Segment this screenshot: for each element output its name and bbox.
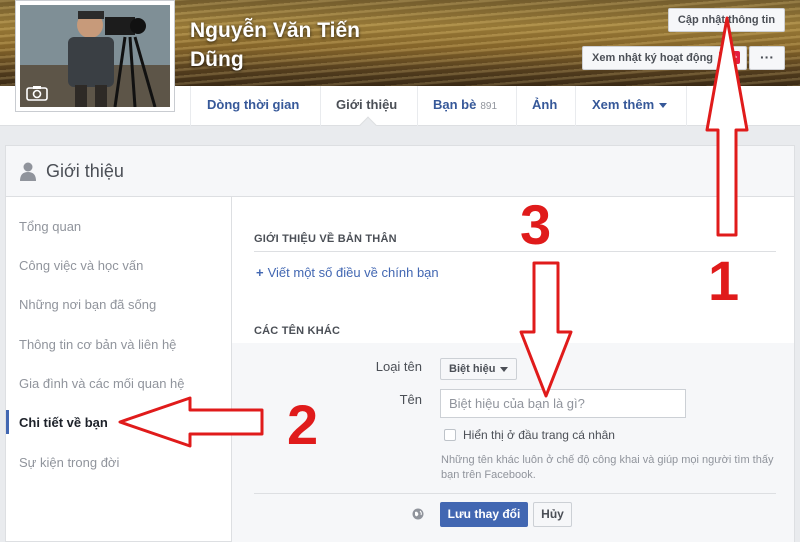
globe-icon[interactable] [412,508,424,520]
left-nav-active-indicator [6,410,9,434]
left-nav-work-education[interactable]: Công việc và học vấn [19,258,143,273]
save-changes-button[interactable]: Lưu thay đổi [440,502,528,527]
annotation-step-3: 3 [520,193,552,256]
add-about-link[interactable]: + Viết một số điều về chính bạn [256,265,439,280]
chevron-down-icon [500,366,509,372]
left-nav-contact[interactable]: Thông tin cơ bản và liên hệ [19,337,176,352]
annotation-step-1: 1 [708,249,740,312]
tab-more[interactable]: Xem thêm [578,86,681,126]
left-nav-places[interactable]: Những nơi bạn đã sống [19,297,156,312]
more-options-button[interactable]: ··· [749,46,785,70]
chevron-down-icon [659,103,668,109]
section-about-self: Giới thiệu về bản thân [254,233,397,245]
left-nav-family[interactable]: Gia đình và các mối quan hệ [19,376,185,391]
name-type-value: Biệt hiệu [449,363,496,375]
about-header: Giới thiệu [6,146,794,197]
nav-divider [417,86,418,126]
friends-count: 891 [480,101,498,112]
activity-log-button[interactable]: Xem nhật ký hoạt động 10+ [582,46,747,70]
tab-timeline[interactable]: Dòng thời gian [193,86,313,126]
nav-divider [516,86,517,126]
nav-divider [190,86,191,126]
avatar-photo [20,5,170,107]
nickname-input[interactable]: Biệt hiệu của bạn là gì? [440,389,686,418]
section-other-names: Các tên khác [254,325,341,337]
profile-avatar[interactable] [15,0,175,112]
left-nav-overview[interactable]: Tổng quan [19,219,81,234]
nav-divider [575,86,576,126]
show-at-top-checkbox[interactable] [444,429,456,441]
page-root: Nguyễn Văn Tiến Dũng Cập nhật thông tin … [0,0,800,542]
name-type-select[interactable]: Biệt hiệu [440,358,517,380]
tab-friends[interactable]: Bạn bè 891 [419,86,511,126]
add-about-label: Viết một số điều về chính bạn [267,265,439,280]
annotation-step-2: 2 [287,393,319,456]
show-at-top-label[interactable]: Hiển thị ở đầu trang cá nhân [463,428,615,442]
tab-friends-label: Bạn bè [433,97,477,112]
tab-photos-label: Ảnh [532,97,558,112]
form-divider [254,493,776,494]
about-left-nav: Tổng quan Công việc và học vấn Những nơi… [6,197,231,542]
plus-icon: + [256,265,264,280]
tab-more-label: Xem thêm [592,97,655,112]
tab-timeline-label: Dòng thời gian [207,97,300,112]
profile-name[interactable]: Nguyễn Văn Tiến Dũng [190,16,410,74]
section-divider [254,251,776,252]
other-names-help-text: Những tên khác luôn ở chế độ công khai v… [441,454,774,481]
activity-badge: 10+ [719,51,741,64]
cancel-button[interactable]: Hủy [533,502,572,527]
left-nav-life-events[interactable]: Sự kiện trong đời [19,455,119,470]
about-title: Giới thiệu [46,161,124,181]
tab-about-label: Giới thiệu [336,97,398,112]
name-type-label: Loại tên [375,359,422,374]
activity-log-label: Xem nhật ký hoạt động [592,52,714,64]
camera-icon[interactable] [26,85,48,101]
update-info-button[interactable]: Cập nhật thông tin [668,8,785,32]
person-icon [20,162,36,181]
left-nav-details[interactable]: Chi tiết về bạn [19,415,108,430]
tab-photos[interactable]: Ảnh [518,86,571,126]
name-label: Tên [399,392,422,407]
nav-divider [686,86,687,126]
about-card: Giới thiệu Tổng quan Công việc và học vấ… [5,145,795,542]
nav-divider [320,86,321,126]
